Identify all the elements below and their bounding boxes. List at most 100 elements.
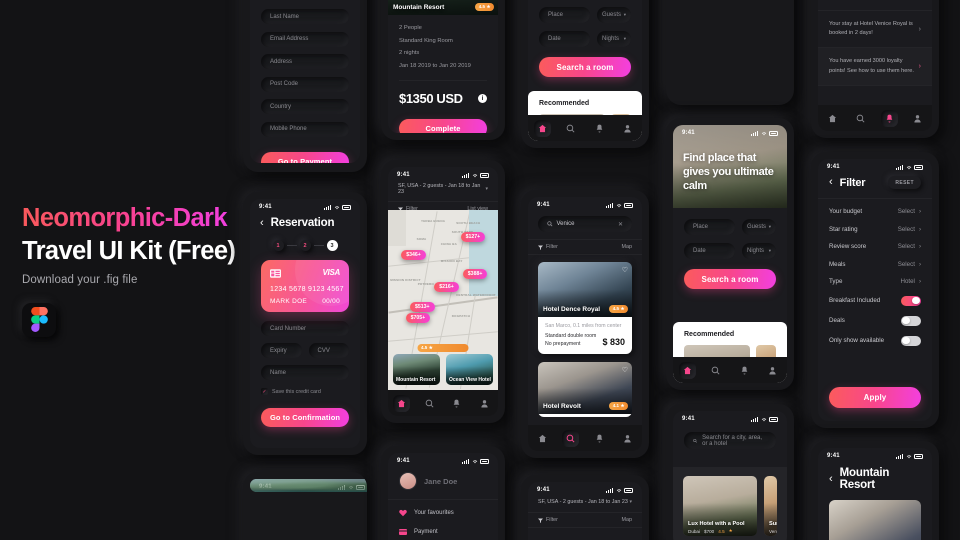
field-card-number[interactable]: Card Number xyxy=(261,321,349,336)
field-email[interactable]: Email Address xyxy=(261,31,349,47)
menu-item-favourites[interactable]: Your favourites xyxy=(399,509,487,517)
field-address[interactable]: Address xyxy=(261,54,349,70)
tab-profile[interactable] xyxy=(764,362,781,379)
tab-home[interactable] xyxy=(824,110,841,127)
date-input[interactable]: Date xyxy=(539,31,590,47)
info-icon[interactable]: i xyxy=(478,93,487,103)
tab-notifications[interactable] xyxy=(880,109,898,127)
save-card-checkbox-row[interactable]: ✓ Save this credit card xyxy=(261,388,349,395)
explore-card-0[interactable]: Lux Hotel with a Pool Dubai $700 4.5 ★ xyxy=(683,476,757,536)
tab-home[interactable] xyxy=(533,119,551,137)
map-price-pin[interactable]: $346+ xyxy=(401,249,426,260)
availability-toggle[interactable] xyxy=(901,335,921,346)
query-bar[interactable]: SF, USA - 2 guests - Jan 18 to Jan 23 ▾ xyxy=(388,180,498,201)
explore-card-1[interactable]: Sunset Venice xyxy=(764,476,777,536)
checkbox-icon[interactable]: ✓ xyxy=(261,388,268,395)
field-last-name[interactable]: Last Name xyxy=(261,9,349,24)
tab-search[interactable] xyxy=(562,120,579,137)
date-input[interactable]: Date xyxy=(684,243,735,259)
tab-search[interactable] xyxy=(852,110,869,127)
notification-item-0[interactable]: Your stay at Hotel Venice Royal is booke… xyxy=(818,11,932,47)
breakfast-toggle[interactable] xyxy=(901,295,921,306)
tab-profile[interactable] xyxy=(909,110,926,127)
filter-row-star-rating[interactable]: Star rating Select › xyxy=(818,221,932,239)
nights-select[interactable]: Nights ▾ xyxy=(597,31,631,47)
complete-button[interactable]: Complete xyxy=(399,118,487,133)
filter-button[interactable]: Filter xyxy=(538,517,558,523)
filter-row-breakfast-included[interactable]: Breakfast Included xyxy=(818,291,932,311)
tab-search[interactable] xyxy=(562,429,580,447)
deals-toggle[interactable] xyxy=(901,315,921,326)
filter-row-meals[interactable]: Meals Select › xyxy=(818,256,932,274)
map-price-pin[interactable]: $216+ xyxy=(434,282,459,292)
tab-profile[interactable] xyxy=(476,395,493,412)
chevron-down-icon[interactable]: ▾ xyxy=(485,186,488,192)
tab-profile[interactable] xyxy=(619,120,636,137)
menu-item-payment[interactable]: Payment xyxy=(399,528,487,536)
result-card-0[interactable]: ♡ Hotel Dence Royal 4.5 ★ San Marco, 0.1 … xyxy=(538,262,632,354)
filter-row-review-score[interactable]: Review score Select › xyxy=(818,238,932,256)
field-name[interactable]: Name xyxy=(261,365,349,380)
tab-home[interactable] xyxy=(678,361,696,379)
back-icon[interactable]: ‹ xyxy=(829,177,833,188)
favourite-icon[interactable]: ♡ xyxy=(622,366,628,374)
query-bar[interactable]: SF, USA - 2 guests - Jan 18 to Jan 23 ▾ xyxy=(528,495,642,512)
step-1[interactable]: 1 xyxy=(272,240,284,251)
tab-search[interactable] xyxy=(707,362,724,379)
close-icon[interactable]: ✕ xyxy=(618,221,623,228)
apply-button[interactable]: Apply xyxy=(829,387,921,408)
filter-row-type[interactable]: Type Hotel › xyxy=(818,273,932,291)
map-price-pin[interactable]: $388+ xyxy=(462,269,488,280)
filter-button[interactable]: Filter xyxy=(538,244,558,250)
map-price-pin[interactable]: $127+ xyxy=(460,231,486,242)
reset-button[interactable]: RESET xyxy=(888,176,921,189)
map-canvas[interactable]: YERBA BUENA SOUTH BEACH SOUTH PARK CHINA… xyxy=(388,210,498,390)
map-price-pin[interactable]: $705+ xyxy=(405,312,431,323)
tab-home[interactable] xyxy=(534,430,551,447)
map-price-pin[interactable]: $513+ xyxy=(410,301,435,312)
back-icon[interactable]: ‹ xyxy=(829,473,833,485)
chevron-right-icon[interactable]: › xyxy=(919,63,921,70)
tab-notifications[interactable] xyxy=(736,362,753,379)
guests-select[interactable]: Guests ▾ xyxy=(742,219,776,235)
map-card-mountain-resort[interactable]: Mountain Resort xyxy=(393,354,440,385)
notification-item-1[interactable]: You have earned 3000 loyalty points! See… xyxy=(818,48,932,85)
place-input[interactable]: Place xyxy=(539,7,590,23)
field-expiry[interactable]: Expiry xyxy=(261,343,302,358)
field-country[interactable]: Country xyxy=(261,99,349,115)
figma-logo-icon[interactable] xyxy=(22,302,56,337)
tab-home[interactable] xyxy=(393,394,411,412)
place-input[interactable]: Place xyxy=(684,219,735,235)
step-3[interactable]: 3 xyxy=(326,240,338,251)
tab-profile[interactable] xyxy=(619,430,636,447)
tab-notifications[interactable] xyxy=(591,120,608,137)
explore-search-input[interactable]: Search for a city, area, or a hotel xyxy=(684,432,776,449)
field-mobile-phone[interactable]: Mobile Phone xyxy=(261,121,349,137)
map-view-toggle[interactable]: Map xyxy=(622,244,633,250)
profile-header[interactable]: Jane Doe xyxy=(388,466,498,499)
chevron-right-icon[interactable]: › xyxy=(919,26,921,33)
favourite-icon[interactable]: ♡ xyxy=(622,266,628,274)
go-to-confirmation-button[interactable]: Go to Confirmation xyxy=(261,408,349,427)
filter-row-deals[interactable]: Deals xyxy=(818,311,932,331)
search-input[interactable]: Venice ✕ xyxy=(538,216,632,232)
map-card-ocean-view-hotel[interactable]: Ocean View Hotel xyxy=(446,354,493,385)
credit-card[interactable]: VISA 1234 5678 9123 4567 MARK DOE 00/00 xyxy=(261,260,349,312)
tab-notifications[interactable] xyxy=(448,395,465,412)
tab-search[interactable] xyxy=(421,395,438,412)
step-2[interactable]: 2 xyxy=(299,240,311,251)
search-a-room-button[interactable]: Search a room xyxy=(539,57,631,77)
map-view-toggle[interactable]: Map xyxy=(622,517,633,523)
result-card-1[interactable]: ♡ Hotel Revolt 4.1 ★ xyxy=(538,362,632,417)
field-cvv[interactable]: CVV xyxy=(308,343,349,358)
guests-select[interactable]: Guests ▾ xyxy=(597,7,631,23)
filter-row-your-budget[interactable]: Your budget Select › xyxy=(818,203,932,221)
search-a-room-button[interactable]: Search a room xyxy=(684,269,776,289)
field-post-code[interactable]: Post Code xyxy=(261,76,349,92)
nights-select[interactable]: Nights ▾ xyxy=(742,243,776,259)
chevron-down-icon[interactable]: ▾ xyxy=(629,499,632,505)
go-to-payment-button[interactable]: Go to Payment xyxy=(261,151,349,163)
tab-notifications[interactable] xyxy=(591,430,608,447)
back-icon[interactable]: ‹ xyxy=(260,217,264,229)
filter-row-only-show-available[interactable]: Only show available xyxy=(818,331,932,351)
